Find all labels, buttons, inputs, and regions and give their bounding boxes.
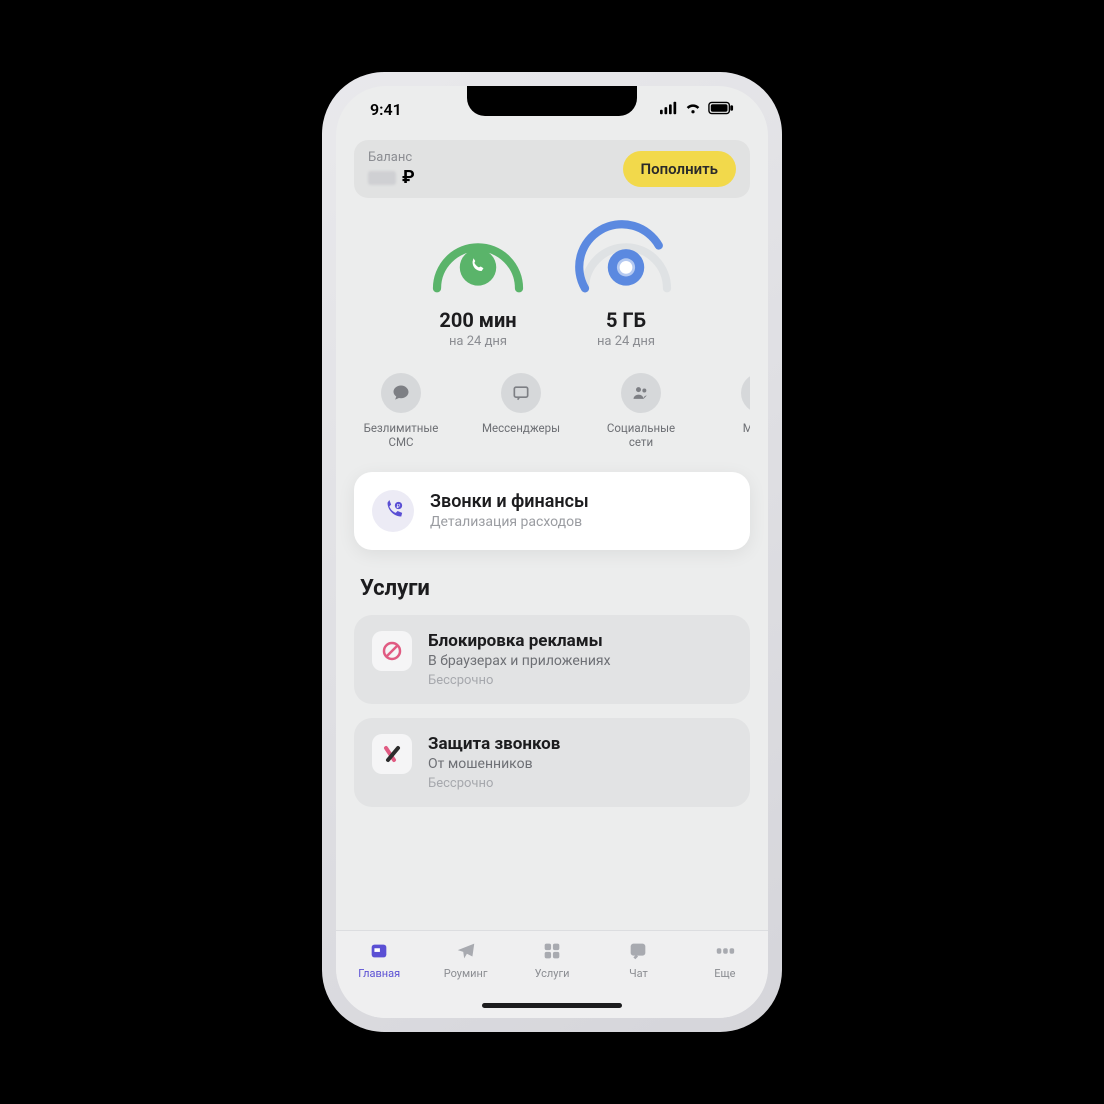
- service-callprotect-title: Защита звонков: [428, 734, 560, 754]
- tab-home-label: Главная: [336, 967, 422, 980]
- quick-music[interactable]: Музык: [718, 373, 750, 450]
- quick-music-label: Музык: [718, 421, 750, 435]
- signal-icon: [660, 100, 678, 119]
- grid-icon: [509, 939, 595, 963]
- tab-home[interactable]: Главная: [336, 939, 422, 980]
- quick-sms[interactable]: Безлимитные СМС: [358, 373, 444, 450]
- home-icon: [336, 939, 422, 963]
- message-icon: [501, 373, 541, 413]
- phone-mockup: 9:41 Баланс ₽: [322, 72, 782, 1032]
- service-callprotect-card[interactable]: Защита звонков От мошенников Бессрочно: [354, 718, 750, 807]
- gauge-data[interactable]: 5 ГБ на 24 дня: [570, 220, 682, 349]
- quick-social[interactable]: Социальные сети: [598, 373, 684, 450]
- service-callprotect-duration: Бессрочно: [428, 776, 560, 791]
- battery-icon: [708, 100, 734, 119]
- topup-button[interactable]: Пополнить: [623, 151, 737, 187]
- tab-services[interactable]: Услуги: [509, 939, 595, 980]
- people-icon: [621, 373, 661, 413]
- tab-roaming-label: Роуминг: [422, 967, 508, 980]
- more-icon: [682, 939, 768, 963]
- usage-gauges: 200 мин на 24 дня 5 ГБ на 24: [354, 220, 750, 349]
- service-adblock-subtitle: В браузерах и приложениях: [428, 653, 611, 669]
- quick-sms-label: Безлимитные СМС: [358, 421, 444, 450]
- tab-services-label: Услуги: [509, 967, 595, 980]
- quick-social-label: Социальные сети: [598, 421, 684, 450]
- chatsq-icon: [595, 939, 681, 963]
- svg-text:₽: ₽: [397, 504, 401, 510]
- block-icon: [372, 631, 412, 671]
- balance-amount-blurred: [368, 171, 396, 185]
- music-icon: [741, 373, 750, 413]
- balance-bar: Баланс ₽ Пополнить: [354, 140, 750, 198]
- tab-bar: Главная Роуминг Услуги Чат: [336, 930, 768, 1018]
- chat-icon: [381, 373, 421, 413]
- tab-roaming[interactable]: Роуминг: [422, 939, 508, 980]
- tab-more[interactable]: Еще: [682, 939, 768, 980]
- wifi-icon: [684, 100, 702, 119]
- quick-messengers[interactable]: Мессенджеры: [478, 373, 564, 450]
- tab-chat[interactable]: Чат: [595, 939, 681, 980]
- finance-card-title: Звонки и финансы: [430, 491, 589, 512]
- service-adblock-duration: Бессрочно: [428, 673, 611, 688]
- balance-label: Баланс: [368, 150, 415, 165]
- quick-options-row[interactable]: Безлимитные СМС Мессенджеры Социальные с…: [354, 373, 750, 450]
- service-adblock-title: Блокировка рекламы: [428, 631, 611, 651]
- balance-currency: ₽: [402, 167, 415, 188]
- quick-messengers-label: Мессенджеры: [478, 421, 564, 435]
- service-adblock-card[interactable]: Блокировка рекламы В браузерах и приложе…: [354, 615, 750, 704]
- gauge-minutes-value: 200 мин: [422, 308, 534, 332]
- gauge-data-sub: на 24 дня: [570, 334, 682, 349]
- plane-icon: [422, 939, 508, 963]
- finance-card-subtitle: Детализация расходов: [430, 514, 589, 530]
- calls-finance-card[interactable]: ₽ Звонки и финансы Детализация расходов: [354, 472, 750, 550]
- home-indicator[interactable]: [482, 1003, 622, 1008]
- gauge-minutes-sub: на 24 дня: [422, 334, 534, 349]
- gauge-minutes[interactable]: 200 мин на 24 дня: [422, 220, 534, 349]
- service-callprotect-subtitle: От мошенников: [428, 756, 560, 772]
- services-heading: Услуги: [354, 576, 750, 601]
- screen: 9:41 Баланс ₽: [336, 86, 768, 1018]
- shield-icon: [372, 734, 412, 774]
- content-scroll[interactable]: Баланс ₽ Пополнить: [336, 132, 768, 930]
- tab-chat-label: Чат: [595, 967, 681, 980]
- tab-more-label: Еще: [682, 967, 768, 980]
- status-time: 9:41: [370, 100, 402, 119]
- notch: [467, 86, 637, 116]
- phone-ruble-icon: ₽: [372, 490, 414, 532]
- gauge-data-value: 5 ГБ: [570, 308, 682, 332]
